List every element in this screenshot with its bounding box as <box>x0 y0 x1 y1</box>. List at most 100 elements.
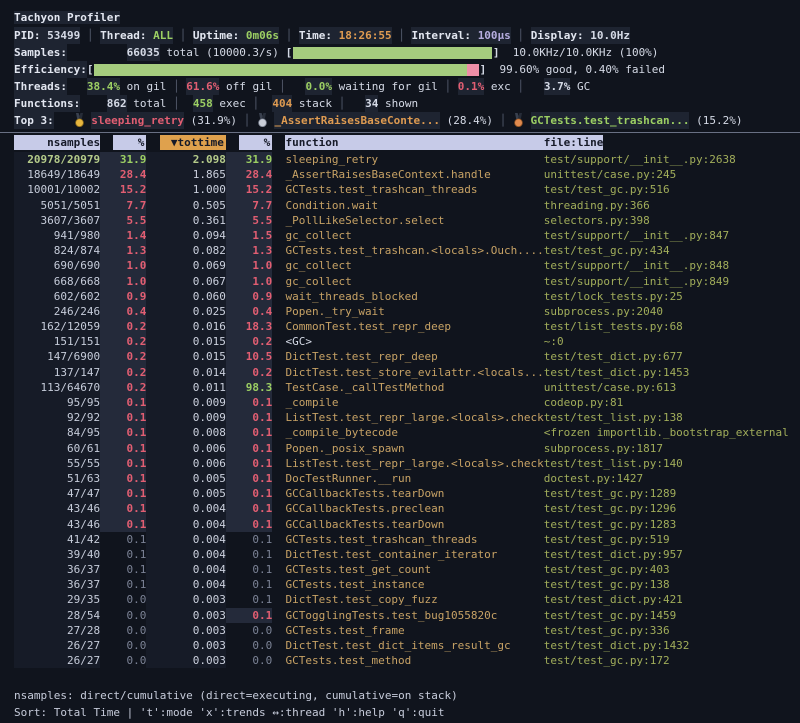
pct-cum-cell: 0.1 <box>226 592 272 607</box>
table-row[interactable]: 26/270.00.0030.0GCTests.test_methodtest/… <box>0 653 800 668</box>
samples-label: Samples: <box>14 44 67 61</box>
file-line-cell: unittest/case.py:613 <box>544 380 800 395</box>
table-row[interactable]: 941/9801.40.0941.5gc_collecttest/support… <box>0 228 800 243</box>
space <box>250 112 257 129</box>
table-row[interactable]: 27/280.00.0030.0GCTests.test_frametest/t… <box>0 623 800 638</box>
file-line-cell: test/test_gc.py:172 <box>544 653 800 668</box>
space <box>286 78 306 95</box>
function-cell: DictTest.test_dict_items_result_gc <box>285 638 543 653</box>
tottime-cell: 0.067 <box>146 274 225 289</box>
profiler-terminal: Tachyon Profiler PID: 53499 │ Thread: AL… <box>0 0 800 723</box>
table-row[interactable]: 28/540.00.0030.1GCTogglingTests.test_bug… <box>0 608 800 623</box>
nsamples-legend: nsamples: direct/cumulative (direct=exec… <box>14 687 458 704</box>
table-row[interactable]: 36/370.10.0040.1GCTests.test_get_countte… <box>0 562 800 577</box>
table-row[interactable]: 36/370.10.0040.1GCTests.test_instancetes… <box>0 577 800 592</box>
space <box>506 112 513 129</box>
table-row[interactable]: 41/420.10.0040.1GCTests.test_trashcan_th… <box>0 532 800 547</box>
function-cell: DocTestRunner.__run <box>285 471 543 486</box>
separator: │ <box>445 78 452 95</box>
col-header-file-line[interactable]: file:line <box>544 135 800 151</box>
table-row[interactable]: 60/610.10.0060.1Popen._posix_spawnsubpro… <box>0 441 800 456</box>
app-title: Tachyon Profiler <box>14 11 120 24</box>
table-row[interactable]: 84/950.10.0080.1_compile_bytecode<frozen… <box>0 425 800 440</box>
nsamples-cell: 113/64670 <box>14 380 100 395</box>
gil-off-pct: 61.6% <box>186 78 219 95</box>
function-cell: _compile <box>285 395 543 410</box>
table-row[interactable]: 29/350.00.0030.1DictTest.test_copy_fuzzt… <box>0 592 800 607</box>
top1-name: sleeping_retry <box>91 112 184 129</box>
pct-cum-cell: 0.4 <box>226 304 272 319</box>
nsamples-cell: 47/47 <box>14 486 100 501</box>
function-cell: DictTest.test_store_evilattr.<locals... <box>285 365 543 380</box>
pct-direct-cell: 0.1 <box>100 547 146 562</box>
tottime-cell: 0.009 <box>146 410 225 425</box>
pct-direct-cell: 0.9 <box>100 289 146 304</box>
table-row[interactable]: 151/1510.20.0150.2<GC>~:0 <box>0 334 800 349</box>
table-row[interactable]: 43/460.10.0040.1GCCallbackTests.tearDown… <box>0 517 800 532</box>
col-header-nsamples[interactable]: nsamples <box>14 135 100 151</box>
function-cell: ListTest.test_repr_large.<locals>.check <box>285 410 543 425</box>
pct-direct-cell: 0.1 <box>100 456 146 471</box>
table-row[interactable]: 20978/2097931.92.09831.9sleeping_retryte… <box>0 152 800 167</box>
file-line-cell: subprocess.py:2040 <box>544 304 800 319</box>
tottime-cell: 0.016 <box>146 319 225 334</box>
table-row[interactable]: 51/630.10.0050.1DocTestRunner.__rundocte… <box>0 471 800 486</box>
col-header-direct-pct[interactable]: % <box>100 135 146 151</box>
table-row[interactable]: 47/470.10.0050.1GCCallbackTests.tearDown… <box>0 486 800 501</box>
pct-cum-cell: 7.7 <box>226 198 272 213</box>
table-row[interactable]: 95/950.10.0090.1_compilecodeop.py:81 <box>0 395 800 410</box>
table-row[interactable]: 162/120590.20.01618.3CommonTest.test_rep… <box>0 319 800 334</box>
top2-name: _AssertRaisesBaseConte... <box>274 112 440 129</box>
pct-cum-cell: 31.9 <box>226 152 272 167</box>
table-row[interactable]: 10001/1000215.21.00015.2GCTests.test_tra… <box>0 182 800 197</box>
table-row[interactable]: 690/6901.00.0691.0gc_collecttest/support… <box>0 258 800 273</box>
space <box>499 44 512 61</box>
file-line-cell: test/test_gc.py:336 <box>544 623 800 638</box>
table-row[interactable]: 55/550.10.0060.1ListTest.test_repr_large… <box>0 456 800 471</box>
table-row[interactable]: 137/1470.20.0140.2DictTest.test_store_ev… <box>0 365 800 380</box>
table-row[interactable]: 5051/50517.70.5057.7Condition.waitthread… <box>0 198 800 213</box>
gc-pct: 3.7% <box>544 78 571 95</box>
file-line-cell: test/test_gc.py:519 <box>544 532 800 547</box>
table-row[interactable]: 113/646700.20.01198.3TestCase._callTestM… <box>0 380 800 395</box>
exc-label: exc <box>484 78 517 95</box>
col-header-function[interactable]: function <box>285 135 543 151</box>
function-cell: sleeping_retry <box>285 152 543 167</box>
table-row[interactable]: 39/400.10.0040.1DictTest.test_container_… <box>0 547 800 562</box>
gold-medal-icon <box>74 113 85 127</box>
pct-cum-cell: 0.1 <box>226 547 272 562</box>
table-row[interactable]: 147/69000.20.01510.5DictTest.test_repr_d… <box>0 349 800 364</box>
top3-pct: (15.2%) <box>689 112 742 129</box>
tottime-cell: 0.015 <box>146 349 225 364</box>
table-row[interactable]: 92/920.10.0090.1ListTest.test_repr_large… <box>0 410 800 425</box>
nsamples-cell: 20978/20979 <box>14 152 100 167</box>
table-row[interactable]: 43/460.10.0040.1GCCallbackTests.preclean… <box>0 501 800 516</box>
file-line-cell: codeop.py:81 <box>544 395 800 410</box>
gil-wait-pct: 0.0% <box>305 78 332 95</box>
pct-direct-cell: 5.5 <box>100 213 146 228</box>
file-line-cell: test/test_dict.py:957 <box>544 547 800 562</box>
pct-direct-cell: 0.1 <box>100 532 146 547</box>
file-line-cell: test/support/__init__.py:2638 <box>544 152 800 167</box>
table-row[interactable]: 18649/1864928.41.86528.4_AssertRaisesBas… <box>0 167 800 182</box>
separator: │ <box>173 27 193 44</box>
tottime-cell: 0.361 <box>146 213 225 228</box>
file-line-cell: test/test_gc.py:516 <box>544 182 800 197</box>
tottime-cell: 0.011 <box>146 380 225 395</box>
table-row[interactable]: 602/6020.90.0600.9wait_threads_blockedte… <box>0 289 800 304</box>
table-row[interactable]: 26/270.00.0030.0DictTest.test_dict_items… <box>0 638 800 653</box>
col-header-tottime-sorted[interactable]: ▼tottime <box>146 135 225 151</box>
display-value: 10.0Hz <box>590 27 630 44</box>
table-row[interactable]: 246/2460.40.0250.4Popen._try_waitsubproc… <box>0 304 800 319</box>
file-line-cell: test/test_gc.py:1296 <box>544 501 800 516</box>
col-header-cumulative-pct[interactable]: % <box>226 135 272 151</box>
file-line-cell: test/test_dict.py:421 <box>544 592 800 607</box>
gil-wait-label: waiting for gil <box>332 78 445 95</box>
table-row[interactable]: 3607/36075.50.3615.5_PollLikeSelector.se… <box>0 213 800 228</box>
table-row[interactable]: 668/6681.00.0671.0gc_collecttest/support… <box>0 274 800 289</box>
samples-line: Samples: 66035 total (10000.3/s) [] 10.0… <box>0 44 800 61</box>
table-row[interactable]: 824/8741.30.0821.3GCTests.test_trashcan.… <box>0 243 800 258</box>
pct-direct-cell: 1.0 <box>100 274 146 289</box>
time-label: Time: <box>299 27 339 44</box>
space <box>268 112 275 129</box>
